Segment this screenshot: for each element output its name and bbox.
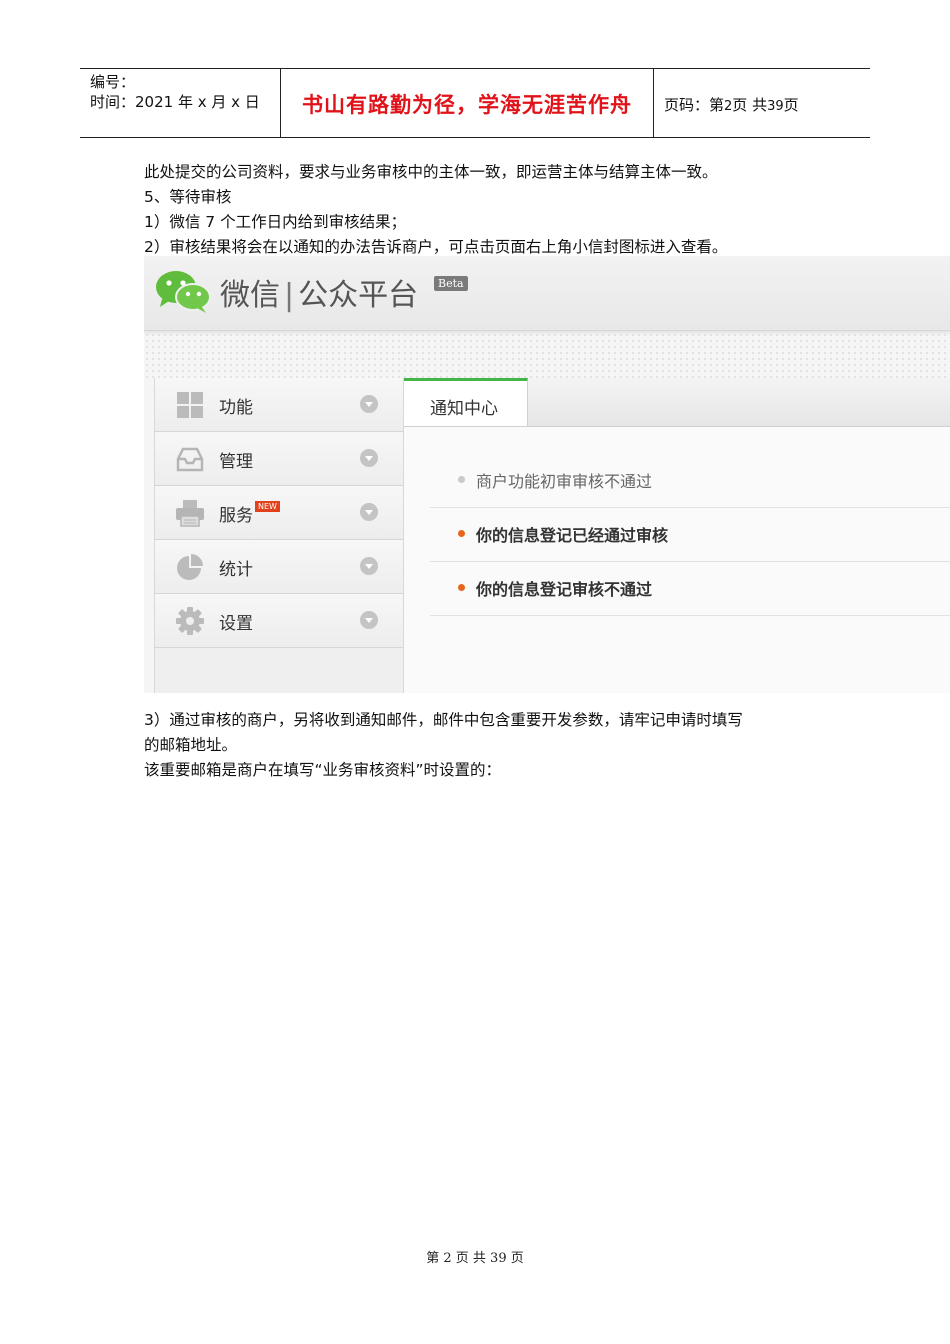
page-mid: 页 共 [732,96,768,114]
notice-text: 你的信息登记已经通过审核 [476,526,669,545]
platform-topbar: 微信 | 公众平台 Beta [144,256,950,331]
chevron-down-icon[interactable] [360,503,378,521]
list-item-email-notice: 3）通过审核的商户，另将收到通知邮件，邮件中包含重要开发参数，请牢记申请时填写 [144,711,743,729]
page-total: 39 [767,99,784,114]
gear-icon [176,607,204,635]
date-label: 时间：2021 年 x 月 x 日 [90,93,260,111]
header-page-cell: 页码：第2页 共39页 [654,69,870,137]
sidebar-item-statistics[interactable]: 统计 [155,540,403,594]
grid-icon [177,392,203,418]
notice-item[interactable]: 你的信息登记审核不通过 [430,562,950,616]
chevron-down-icon[interactable] [360,557,378,575]
sidebar: 功能 管理 服务 NEW 统计 设置 [154,378,404,693]
motto: 书山有路勤为径，学海无涯苦作舟 [302,92,632,117]
page-prefix: 页码：第 [664,96,725,114]
sidebar-item-services[interactable]: 服务 NEW [155,486,403,540]
sidebar-item-features[interactable]: 功能 [155,378,403,432]
notice-item[interactable]: 你的信息登记已经通过审核 [430,508,950,562]
list-item-notification: 2）审核结果将会在以通知的办法告诉商户，可点击页面右上角小信封图标进入查看。 [144,238,728,256]
sidebar-item-label: 管理 [219,452,253,472]
beta-badge: Beta [434,276,468,291]
chevron-down-icon[interactable] [360,449,378,467]
sidebar-item-label: 统计 [219,560,253,580]
unread-dot-icon [458,584,465,591]
sidebar-item-text: 服务 [219,506,253,526]
chevron-down-icon[interactable] [360,611,378,629]
step-heading-wait-review: 5、等待审核 [144,188,232,206]
paragraph-email-continued: 的邮箱地址。 [144,736,238,754]
serial-label: 编号： [90,73,136,91]
chevron-down-icon[interactable] [360,395,378,413]
page-info: 页码：第2页 共39页 [664,94,799,115]
new-badge: NEW [255,501,280,512]
title-separator: | [284,278,295,313]
paragraph-company-info: 此处提交的公司资料，要求与业务审核中的主体一致，即运营主体与结算主体一致。 [144,163,718,181]
tab-notification-center[interactable]: 通知中心 [404,378,528,426]
brand-name: 微信 [220,278,280,313]
printer-icon [176,500,204,527]
dotted-background [144,332,950,378]
pie-chart-icon [177,554,203,580]
header-meta-cell: 编号： 时间：2021 年 x 月 x 日 [80,69,281,137]
notice-item[interactable]: 商户功能初审审核不通过 [430,454,950,508]
sidebar-item-label: 服务 NEW [219,501,280,526]
document-header: 编号： 时间：2021 年 x 月 x 日 书山有路勤为径，学海无涯苦作舟 页码… [80,68,870,138]
notification-panel: 通知中心 商户功能初审审核不通过 你的信息登记已经通过审核 你的信息登记审核不通… [404,378,950,693]
page-footer: 第 2 页 共 39 页 [426,1251,524,1266]
wechat-platform-screenshot: 微信 | 公众平台 Beta 功能 管理 服务 NEW 统计 设置 通知中心 商… [144,256,950,693]
sidebar-item-label: 设置 [219,614,253,634]
read-dot-icon [458,476,465,483]
platform-name: 公众平台 [298,278,419,313]
sidebar-item-management[interactable]: 管理 [155,432,403,486]
notice-text: 你的信息登记审核不通过 [476,580,653,599]
header-motto-cell: 书山有路勤为径，学海无涯苦作舟 [281,69,654,137]
platform-title: 微信 | 公众平台 [220,270,418,314]
inbox-icon [176,447,204,472]
unread-dot-icon [458,530,465,537]
notice-text: 商户功能初审审核不通过 [476,472,653,491]
paragraph-email-source: 该重要邮箱是商户在填写“业务审核资料”时设置的： [144,761,502,779]
sidebar-item-label: 功能 [219,398,253,418]
wechat-logo-icon [156,271,211,313]
tab-bar: 通知中心 [404,378,950,427]
sidebar-item-settings[interactable]: 设置 [155,594,403,648]
page-suffix: 页 [783,96,799,114]
list-item-review-days: 1）微信 7 个工作日内给到审核结果； [144,213,407,231]
tab-label: 通知中心 [430,399,498,419]
